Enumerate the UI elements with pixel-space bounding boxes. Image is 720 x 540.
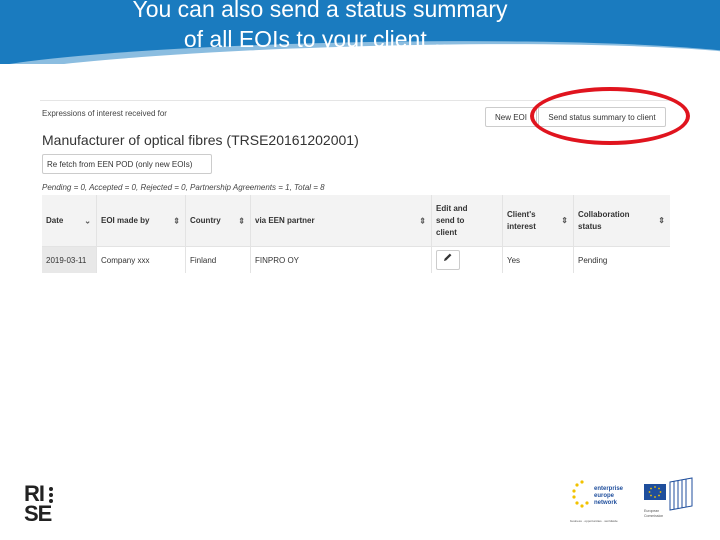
status-summary-text: Pending = 0, Accepted = 0, Rejected = 0,… (42, 183, 325, 192)
edit-pencil-button[interactable] (436, 250, 460, 270)
column-header-collaboration-status[interactable]: Collaboration status ⇕ (573, 195, 670, 247)
column-header-country[interactable]: Country ⇕ (185, 195, 251, 247)
cell-eoi-made-by: Company xxx (96, 246, 186, 273)
sort-down-icon[interactable]: ⌄ (84, 216, 91, 225)
header-label: Client's (507, 209, 536, 219)
header-label: via EEN partner (255, 216, 315, 225)
cell-client-interest: Yes (502, 246, 574, 273)
column-header-client-interest[interactable]: Client's interest ⇕ (502, 195, 574, 247)
header-label: Collaboration (578, 209, 630, 219)
header-label: status (578, 221, 602, 231)
sort-icon[interactable]: ⇕ (173, 216, 180, 225)
header-label: Edit and (436, 203, 468, 213)
column-header-eoi-made-by[interactable]: EOI made by ⇕ (96, 195, 186, 247)
european-commission-logo: European Commission (640, 476, 696, 524)
slide-title-line-2: of all EOIs to your client … (183, 26, 457, 52)
een-tagline: business · opportunities · worldwide (570, 519, 618, 523)
new-eoi-button[interactable]: New EOI (485, 107, 537, 127)
slide-title: You can also send a status summary of al… (40, 0, 600, 54)
header-label: EOI made by (101, 216, 150, 225)
cell-edit (431, 246, 503, 273)
header-label: Date (46, 216, 64, 225)
een-logo: enterprise europe network business · opp… (568, 476, 628, 526)
send-status-summary-button[interactable]: Send status summary to client (538, 107, 666, 127)
eoi-table: Date ⌄ EOI made by ⇕ Country ⇕ via EEN p… (42, 195, 670, 273)
een-star-ring-icon: enterprise europe network business · opp… (570, 480, 624, 523)
profile-title: Manufacturer of optical fibres (TRSE2016… (42, 132, 359, 148)
header-label: interest (507, 221, 536, 231)
divider (40, 100, 670, 101)
column-header-date[interactable]: Date ⌄ (42, 195, 97, 247)
header-label: Country (190, 216, 221, 225)
sort-icon[interactable]: ⇕ (561, 215, 568, 227)
rise-logo: RI SE (24, 483, 64, 528)
ec-label-1: European (644, 509, 659, 513)
header-label: client (436, 227, 457, 237)
rise-dots-icon (49, 487, 55, 505)
sort-icon[interactable]: ⇕ (238, 216, 245, 225)
cell-collaboration-status: Pending (573, 246, 670, 273)
een-text-3: network (594, 500, 618, 506)
eoi-app-screenshot: Expressions of interest received for New… (40, 87, 690, 280)
rise-logo-line-2: SE (24, 501, 52, 526)
slide-title-line-1: You can also send a status summary (132, 0, 508, 22)
cell-date: 2019-03-11 (42, 246, 97, 273)
een-text-2: europe (594, 493, 615, 499)
ec-label-2: Commission (644, 514, 663, 518)
expressions-label: Expressions of interest received for (42, 109, 167, 118)
slide-header-banner: You can also send a status summary of al… (0, 0, 720, 64)
cell-country: Finland (185, 246, 251, 273)
refetch-button[interactable]: Re fetch from EEN POD (only new EOIs) (42, 154, 212, 174)
table-header-row: Date ⌄ EOI made by ⇕ Country ⇕ via EEN p… (42, 195, 670, 247)
column-header-via-partner[interactable]: via EEN partner ⇕ (250, 195, 432, 247)
header-label: send to (436, 215, 465, 225)
cell-via-partner: FINPRO OY (250, 246, 432, 273)
sort-icon[interactable]: ⇕ (419, 216, 426, 225)
column-header-edit-send: Edit and send to client (431, 195, 503, 247)
table-row[interactable]: 2019-03-11 Company xxx Finland FINPRO OY… (42, 246, 670, 273)
pencil-icon (444, 253, 452, 261)
eu-flag-building-icon: European Commission (644, 477, 693, 518)
sort-icon[interactable]: ⇕ (658, 215, 665, 227)
een-text-1: enterprise (594, 486, 624, 492)
